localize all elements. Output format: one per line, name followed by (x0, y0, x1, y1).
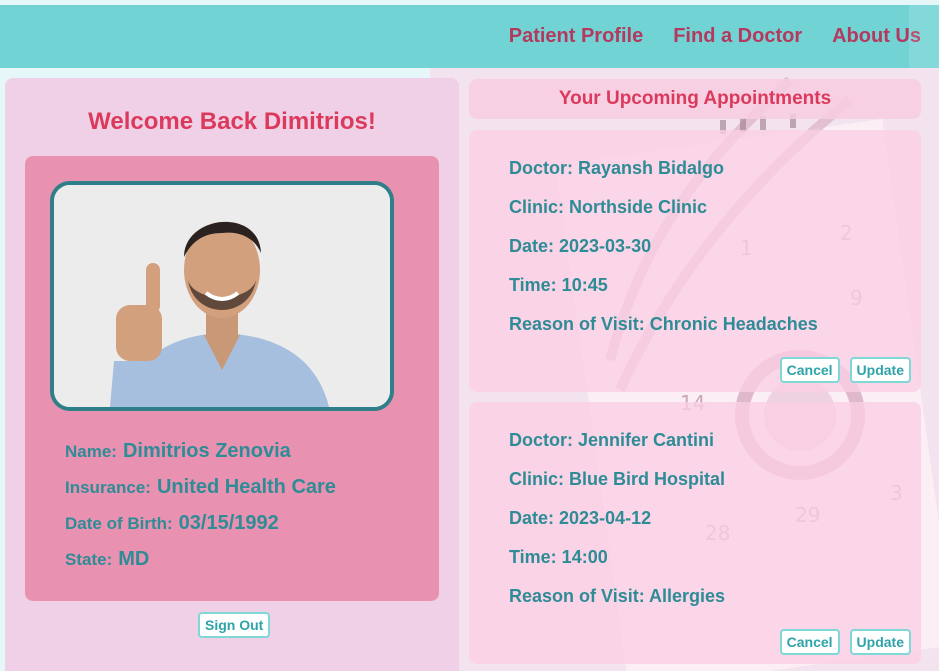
sign-out-button[interactable]: Sign Out (198, 612, 271, 638)
appointment-reason: Reason of Visit: Allergies (509, 586, 726, 606)
appointment-doctor: Doctor: Jennifer Cantini (509, 430, 715, 450)
appointment-actions: Cancel Update (779, 629, 911, 655)
profile-insurance-label: Insurance: (65, 478, 151, 497)
top-nav-bar: Patient Profile Find a Doctor About Us (0, 5, 939, 68)
profile-dob-row: Date of Birth: 03/15/1992 (65, 512, 336, 536)
appointment-actions: Cancel Update (779, 357, 911, 383)
appointment-time: Time: 10:45 (509, 275, 608, 295)
nav-link-about-us[interactable]: About Us (832, 25, 921, 48)
appointment-details: Doctor: Rayansh Bidalgo Clinic: Northsid… (509, 158, 818, 353)
appointment-clinic: Clinic: Blue Bird Hospital (509, 469, 726, 489)
appointment-time: Time: 14:00 (509, 547, 608, 567)
nav-link-patient-profile[interactable]: Patient Profile (509, 25, 643, 48)
cancel-appointment-button[interactable]: Cancel (779, 357, 840, 383)
appointment-reason: Reason of Visit: Chronic Headaches (509, 314, 818, 334)
profile-insurance-value: United Health Care (156, 476, 336, 498)
profile-dob-label: Date of Birth: (65, 514, 173, 533)
appointment-details: Doctor: Jennifer Cantini Clinic: Blue Bi… (509, 430, 725, 625)
appointments-heading: Your Upcoming Appointments (469, 79, 921, 119)
cancel-appointment-button[interactable]: Cancel (779, 629, 840, 655)
appointment-clinic: Clinic: Northside Clinic (509, 197, 708, 217)
nav-link-find-a-doctor[interactable]: Find a Doctor (673, 25, 802, 48)
profile-insurance-row: Insurance: United Health Care (65, 476, 336, 500)
profile-panel: Welcome Back Dimitrios! Name: Dimitrios … (5, 78, 459, 671)
profile-state-label: State: (65, 550, 113, 569)
appointment-date: Date: 2023-04-12 (509, 508, 652, 528)
update-appointment-button[interactable]: Update (849, 629, 911, 655)
profile-card: Name: Dimitrios Zenovia Insurance: Unite… (25, 156, 439, 601)
main-nav: Patient Profile Find a Doctor About Us (509, 5, 921, 68)
welcome-heading: Welcome Back Dimitrios! (88, 108, 376, 135)
appointment-doctor: Doctor: Rayansh Bidalgo (509, 158, 725, 178)
profile-photo (50, 181, 394, 411)
appointment-card: Doctor: Rayansh Bidalgo Clinic: Northsid… (469, 130, 921, 392)
profile-state-row: State: MD (65, 548, 336, 572)
profile-dob-value: 03/15/1992 (178, 512, 279, 534)
profile-name-row: Name: Dimitrios Zenovia (65, 440, 336, 464)
appointment-date: Date: 2023-03-30 (509, 236, 652, 256)
update-appointment-button[interactable]: Update (849, 357, 911, 383)
profile-state-value: MD (118, 548, 150, 570)
profile-name-label: Name: (65, 442, 117, 461)
profile-name-value: Dimitrios Zenovia (122, 440, 291, 462)
profile-info: Name: Dimitrios Zenovia Insurance: Unite… (65, 440, 336, 584)
appointment-card: Doctor: Jennifer Cantini Clinic: Blue Bi… (469, 402, 921, 664)
